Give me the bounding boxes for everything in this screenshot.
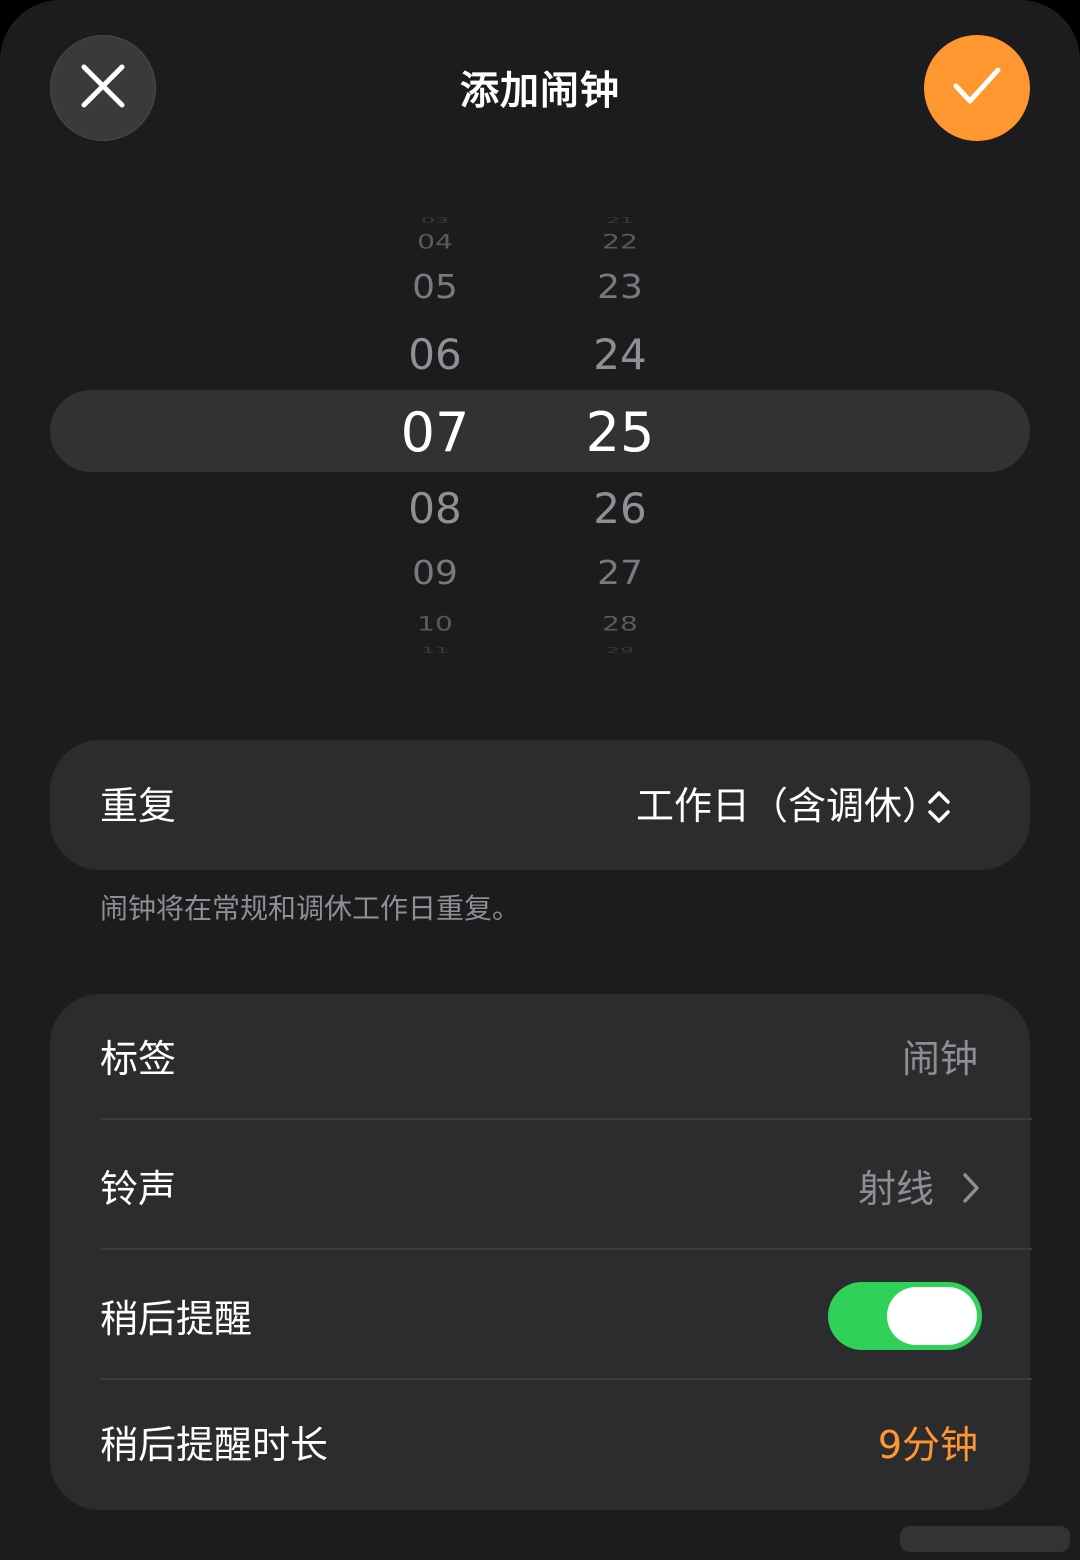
chevron-up-down-icon [926, 787, 952, 827]
hour-option[interactable]: 05 [365, 271, 505, 304]
divider [100, 1248, 1032, 1250]
minute-option[interactable]: 22 [550, 232, 690, 252]
minute-option[interactable]: 23 [550, 271, 690, 304]
picker-selection-band [50, 390, 1030, 472]
label-row-label: 标签 [100, 1037, 177, 1081]
hour-option[interactable]: 10 [365, 614, 505, 634]
page-title: 添加闹钟 [459, 69, 620, 114]
confirm-button[interactable] [924, 35, 1030, 141]
divider [100, 1378, 1032, 1380]
hour-option[interactable]: 08 [365, 488, 505, 530]
checkmark-icon [952, 66, 1002, 110]
hour-option[interactable]: 03 [365, 217, 505, 225]
minute-option[interactable]: 27 [550, 557, 690, 590]
watermark [900, 1526, 1070, 1552]
chevron-right-icon [962, 1172, 980, 1204]
snooze-toggle[interactable] [828, 1282, 982, 1350]
repeat-row[interactable]: 重复 工作日（含调休） [50, 740, 1030, 870]
toggle-knob [887, 1287, 977, 1345]
repeat-note: 闹钟将在常规和调休工作日重复。 [100, 892, 521, 925]
minute-option[interactable]: 21 [550, 217, 690, 225]
snooze-duration-label: 稍后提醒时长 [100, 1423, 329, 1467]
label-input[interactable]: 闹钟 [902, 1040, 978, 1078]
minute-option[interactable]: 28 [550, 614, 690, 634]
hour-option[interactable]: 09 [365, 557, 505, 590]
settings-group: 标签 闹钟 铃声 射线 稍后提醒 稍后提醒时长 9分钟 [50, 994, 1032, 1510]
divider [100, 1118, 1032, 1120]
hour-option[interactable]: 07 [365, 406, 505, 460]
hour-option[interactable]: 06 [365, 334, 505, 376]
hour-option[interactable]: 11 [365, 647, 505, 655]
snooze-duration-value: 9分钟 [877, 1423, 978, 1467]
minute-option[interactable]: 25 [550, 406, 690, 460]
add-alarm-sheet: 添加闹钟 03 04 05 06 07 08 09 10 11 21 22 23 24 25 26 27 28 2… [0, 0, 1080, 1560]
minute-option[interactable]: 26 [550, 488, 690, 530]
repeat-label: 重复 [100, 784, 177, 828]
sound-row-label: 铃声 [100, 1167, 177, 1211]
minute-option[interactable]: 29 [550, 647, 690, 655]
hour-option[interactable]: 04 [365, 232, 505, 252]
snooze-row-label: 稍后提醒 [100, 1297, 253, 1341]
sound-value: 射线 [857, 1167, 934, 1211]
repeat-value: 工作日（含调休） [635, 784, 940, 828]
time-picker[interactable]: 03 04 05 06 07 08 09 10 11 21 22 23 24 25 26 27 28 29 [0, 200, 1080, 660]
minute-option[interactable]: 24 [550, 334, 690, 376]
